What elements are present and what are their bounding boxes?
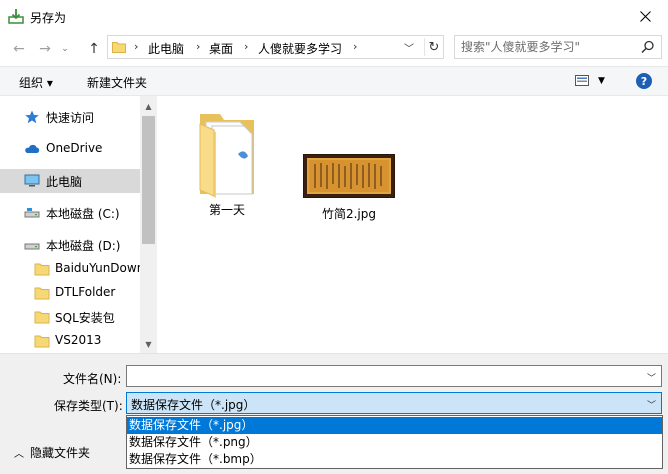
hide-folders-label: 隐藏文件夹 [30, 446, 91, 460]
nav-item-label: OneDrive [46, 141, 103, 155]
change-view-button[interactable] [575, 75, 591, 90]
nav-item-label: BaiduYunDown [55, 261, 145, 275]
drive-icon [24, 243, 40, 250]
chevron-down-icon[interactable]: ﹀ [647, 371, 656, 384]
hide-folders-button[interactable]: ︿ 隐藏文件夹 [14, 444, 90, 461]
image-thumbnail-icon [303, 154, 395, 198]
arrow-right-icon: → [39, 41, 51, 57]
command-bar: 组织 ▾ 新建文件夹 ▼ ? [0, 66, 668, 96]
filetype-option[interactable]: 数据保存文件（*.bmp） [127, 451, 662, 468]
filetype-dropdown-list: 数据保存文件（*.jpg） 数据保存文件（*.png） 数据保存文件（*.bmp… [126, 415, 663, 469]
drive-icon [24, 208, 40, 218]
nav-item-drive-d[interactable]: 本地磁盘 (D:) [0, 233, 140, 257]
filename-field[interactable] [131, 369, 631, 383]
chevron-down-icon: ⌄ [61, 44, 69, 54]
file-item-image[interactable]: 竹简2.jpg [300, 154, 398, 222]
file-name: 竹简2.jpg [321, 207, 377, 221]
forward-button[interactable]: → [34, 38, 56, 60]
address-history-dropdown[interactable]: ﹀ [404, 40, 414, 55]
organize-button[interactable]: 组织 ▾ [19, 74, 53, 91]
folder-icon [199, 114, 254, 198]
nav-item-onedrive[interactable]: OneDrive [0, 137, 140, 161]
nav-item-folder[interactable]: SQL安装包 [0, 305, 140, 329]
folder-icon [34, 263, 50, 276]
navigation-pane: 快速访问 OneDrive 此电脑 本地磁盘 (C:) 本地磁盘 (D:) Ba… [0, 96, 157, 353]
arrow-up-icon: ↑ [88, 41, 100, 57]
file-name: 第一天 [208, 203, 245, 217]
chevron-down-icon[interactable]: ﹀ [647, 398, 656, 411]
close-button[interactable] [622, 0, 668, 32]
cloud-icon [25, 144, 40, 153]
close-icon [639, 10, 651, 22]
nav-item-quick-access[interactable]: 快速访问 [0, 105, 140, 129]
scroll-up-icon[interactable]: ▲ [140, 98, 157, 114]
filetype-label: 保存类型(T): [54, 399, 123, 413]
nav-item-folder[interactable]: BaiduYunDown [0, 257, 144, 281]
nav-item-label: DTLFolder [55, 285, 116, 299]
breadcrumb-current-folder[interactable]: 人傻就要多学习 [258, 40, 342, 57]
nav-item-label: VS2013 [55, 333, 102, 347]
view-details-icon [575, 75, 589, 86]
nav-item-label: 本地磁盘 (C:) [46, 207, 120, 221]
folder-icon [34, 335, 50, 348]
window-title: 另存为 [30, 11, 67, 25]
nav-item-label: 快速访问 [46, 111, 95, 125]
arrow-left-icon: ← [13, 41, 25, 57]
folder-icon [112, 42, 126, 53]
nav-item-label: 本地磁盘 (D:) [46, 239, 121, 253]
nav-item-this-pc[interactable]: 此电脑 [0, 169, 140, 193]
nav-item-label: SQL安装包 [55, 311, 115, 325]
file-item-folder[interactable]: 第一天 [186, 110, 268, 218]
refresh-button[interactable]: ↻ [424, 38, 443, 56]
breadcrumb-this-pc[interactable]: 此电脑 [148, 40, 184, 57]
chevron-up-icon: ︿ [14, 449, 24, 460]
filetype-option[interactable]: 数据保存文件（*.png） [127, 434, 662, 451]
breadcrumb-separator: › [134, 40, 139, 53]
navigation-pane-scrollbar[interactable]: ▲ ▼ [140, 96, 157, 353]
breadcrumb-separator: › [353, 40, 358, 53]
up-button[interactable]: ↑ [83, 38, 105, 60]
filetype-selected-value: 数据保存文件（*.jpg） [131, 398, 256, 412]
folder-icon [34, 311, 50, 324]
help-icon: ? [640, 74, 648, 88]
save-as-icon [8, 9, 24, 24]
view-options-dropdown[interactable]: ▼ [598, 76, 605, 86]
nav-item-label: 此电脑 [46, 175, 83, 189]
computer-icon [24, 174, 40, 187]
breadcrumb-separator: › [244, 40, 249, 53]
folder-icon [34, 287, 50, 300]
search-box[interactable] [454, 35, 662, 59]
nav-item-folder[interactable]: VS2013 [0, 329, 140, 353]
search-input[interactable] [461, 39, 631, 55]
filetype-option[interactable]: 数据保存文件（*.jpg） [127, 417, 662, 434]
title-bar: 另存为 [0, 0, 668, 32]
star-icon [25, 110, 39, 124]
help-button[interactable]: ? [636, 73, 652, 89]
filename-label: 文件名(N): [63, 372, 122, 386]
scroll-down-icon[interactable]: ▼ [140, 336, 157, 352]
nav-item-drive-c[interactable]: 本地磁盘 (C:) [0, 201, 140, 225]
refresh-icon: ↻ [428, 39, 440, 55]
new-folder-button[interactable]: 新建文件夹 [87, 74, 147, 91]
scrollbar-thumb[interactable] [142, 116, 155, 244]
back-button[interactable]: ← [8, 38, 30, 60]
recent-locations-button[interactable]: ⌄ [58, 38, 72, 60]
breadcrumb-separator: › [196, 40, 201, 53]
nav-item-folder[interactable]: DTLFolder [0, 281, 140, 305]
address-bar[interactable]: › 此电脑 › 桌面 › 人傻就要多学习 › ﹀ ↻ [107, 35, 444, 59]
filetype-select[interactable]: 数据保存文件（*.jpg） ﹀ [126, 392, 662, 414]
filename-combobox[interactable]: ﹀ [126, 365, 662, 387]
breadcrumb-desktop[interactable]: 桌面 [209, 40, 233, 57]
search-icon [641, 40, 654, 54]
